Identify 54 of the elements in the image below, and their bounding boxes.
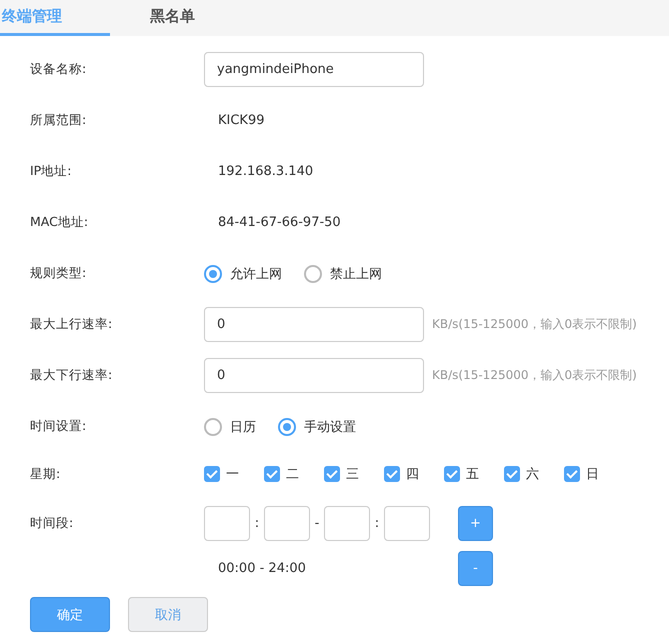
rate-field[interactable]: 0 bbox=[204, 358, 424, 393]
radio-button[interactable] bbox=[204, 418, 222, 436]
field-label: 所属范围: bbox=[29, 112, 88, 129]
time-separator: - bbox=[314, 516, 320, 531]
checkbox-label: 六 bbox=[526, 466, 539, 483]
cancel-button[interactable]: 取消 bbox=[128, 597, 208, 632]
checkbox[interactable] bbox=[264, 466, 280, 482]
checkbox-label: 三 bbox=[346, 466, 359, 483]
checkbox-label: 一 bbox=[226, 466, 239, 483]
time-field[interactable] bbox=[204, 506, 250, 541]
radio-label: 日历 bbox=[230, 418, 256, 436]
checkbox[interactable] bbox=[204, 466, 220, 482]
checkbox[interactable] bbox=[444, 466, 460, 482]
add-button[interactable]: + bbox=[458, 506, 493, 541]
field-label: IP地址: bbox=[29, 163, 72, 180]
checkbox-label: 四 bbox=[406, 466, 419, 483]
radio-label: 手动设置 bbox=[304, 418, 356, 436]
time-field[interactable] bbox=[384, 506, 430, 541]
time-field[interactable] bbox=[324, 506, 370, 541]
field-label: 时间段: bbox=[29, 514, 74, 532]
field-value: 84-41-67-66-97-50 bbox=[217, 215, 341, 230]
rate-field[interactable]: 0 bbox=[204, 307, 424, 342]
checkbox-label: 日 bbox=[586, 466, 599, 483]
checkbox-label: 二 bbox=[286, 466, 299, 483]
field-value: KICK99 bbox=[217, 113, 265, 128]
radio-button[interactable] bbox=[304, 264, 322, 282]
tab[interactable]: 黑名单 bbox=[150, 0, 260, 36]
checkbox[interactable] bbox=[564, 466, 580, 482]
field-label: 规则类型: bbox=[29, 265, 88, 282]
checkbox[interactable] bbox=[384, 466, 400, 482]
rate-hint: KB/s(15-125000，输入0表示不限制) bbox=[432, 367, 637, 384]
time-separator: : bbox=[374, 516, 380, 531]
confirm-button[interactable]: 确定 bbox=[30, 597, 110, 632]
field-value: 192.168.3.140 bbox=[217, 164, 314, 179]
time-separator: : bbox=[254, 516, 260, 531]
remove-button[interactable]: - bbox=[458, 551, 493, 586]
checkbox[interactable] bbox=[324, 466, 340, 482]
radio-button[interactable] bbox=[204, 264, 222, 282]
field-label: 最大上行速率: bbox=[29, 316, 114, 333]
tab[interactable]: 终端管理 bbox=[0, 0, 110, 36]
time-range: 00:00 - 24:00 bbox=[217, 561, 307, 576]
radio-label: 禁止上网 bbox=[330, 266, 382, 282]
device-name-field[interactable]: yangmindeiPhone bbox=[204, 52, 424, 87]
time-field[interactable] bbox=[264, 506, 310, 541]
field-label: MAC地址: bbox=[29, 214, 90, 231]
radio-button[interactable] bbox=[278, 418, 296, 436]
field-label: 设备名称: bbox=[29, 61, 88, 78]
field-label: 星期: bbox=[29, 466, 62, 482]
radio-label: 允许上网 bbox=[230, 266, 282, 282]
checkbox-label: 五 bbox=[466, 466, 479, 483]
checkbox[interactable] bbox=[504, 466, 520, 482]
field-label: 最大下行速率: bbox=[29, 367, 114, 384]
field-label: 时间设置: bbox=[29, 418, 88, 435]
rate-hint: KB/s(15-125000，输入0表示不限制) bbox=[432, 316, 637, 333]
